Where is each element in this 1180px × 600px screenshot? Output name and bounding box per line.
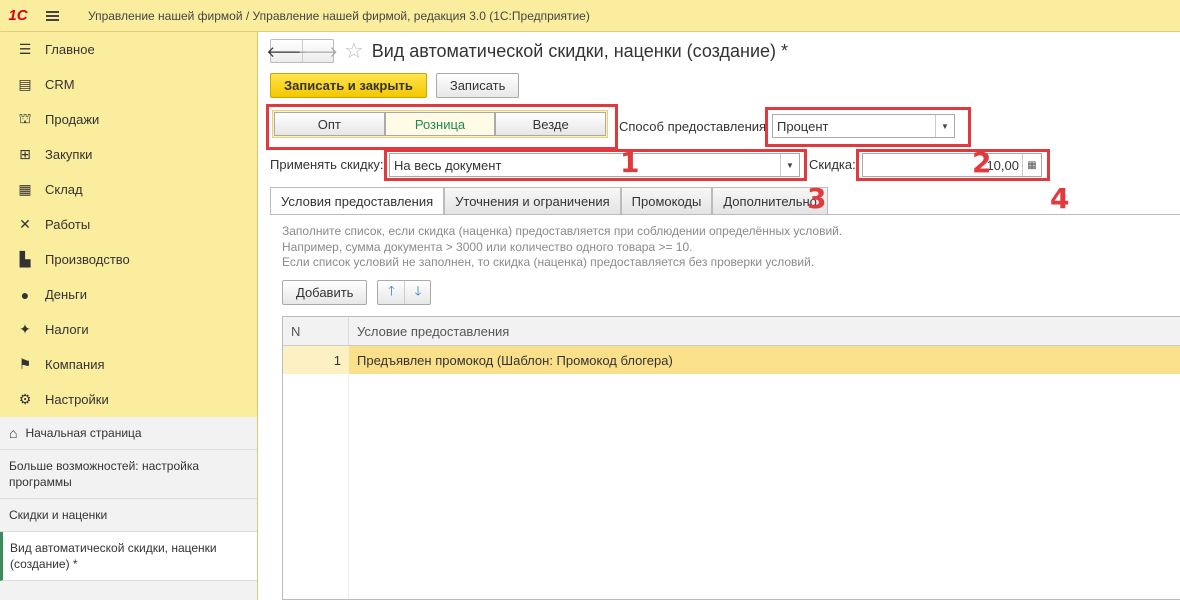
apply-discount-value: На весь документ <box>394 157 502 173</box>
annotation-number-4: 4 <box>1050 182 1070 215</box>
section-label: Продажи <box>45 112 100 127</box>
section-purchases[interactable]: ⊞ Закупки <box>0 137 257 172</box>
settings-gear-icon: ⚙ <box>18 391 32 407</box>
form-tabs: Условия предоставления Уточнения и огран… <box>270 187 828 215</box>
chevron-down-icon[interactable]: ▼ <box>780 154 799 176</box>
eagle-emblem-icon: ✦ <box>19 321 31 337</box>
forward-arrow-icon[interactable]: 🡒 <box>298 40 338 62</box>
discount-input[interactable]: 10,00 ▦ <box>862 153 1042 177</box>
segment-everywhere[interactable]: Везде <box>495 112 607 136</box>
add-button[interactable]: Добавить <box>282 280 368 305</box>
hint-line: Заполните список, если скидка (наценка) … <box>282 224 843 238</box>
open-window-discounts[interactable]: Скидки и наценки <box>0 499 257 532</box>
hint-line: Если список условий не заполнен, то скид… <box>282 255 815 269</box>
navigation-buttons: 🡐 🡒 <box>266 39 338 63</box>
conditions-table: N Условие предоставления 1 Предъявлен пр… <box>282 316 1180 600</box>
warehouse-grid-icon: ▦ <box>18 181 32 197</box>
sections-list: ☰ Главное ▤ CRM ⛫ Продажи ⊞ Закупки ▦ Склад ✕… <box>0 32 257 417</box>
apply-discount-label: Применять скидку: <box>270 157 384 172</box>
open-window-label: Начальная страница <box>25 426 142 440</box>
tab-refinements[interactable]: Уточнения и ограничения <box>444 187 621 214</box>
section-label: Главное <box>45 42 95 57</box>
form-area: 🡐 🡒 ☆ Вид автоматической скидки, наценки… <box>258 32 1180 600</box>
open-window-home[interactable]: ⌂ Начальная страница <box>0 417 257 450</box>
row-condition: Предъявлен промокод (Шаблон: Промокод бл… <box>357 352 673 368</box>
column-header-condition[interactable]: Условие предоставления <box>349 317 509 345</box>
factory-icon: ▙ <box>19 251 31 267</box>
column-header-n[interactable]: N <box>283 317 349 345</box>
section-money[interactable]: ● Деньги <box>0 277 257 312</box>
open-windows-list: ⌂ Начальная страница Больше возможностей:… <box>0 417 257 600</box>
method-value: Процент <box>777 118 829 134</box>
form-title: Вид автоматической скидки, наценки (созд… <box>371 40 789 61</box>
menu-list-icon: ☰ <box>18 41 32 57</box>
table-row[interactable]: 1 Предъявлен промокод (Шаблон: Промокод … <box>283 346 1180 374</box>
app-title: Управление нашей фирмой / Управление наш… <box>88 8 590 23</box>
move-buttons: 🡑 🡓 <box>377 280 432 305</box>
open-window-current[interactable]: Вид автоматической скидки, наценки (созд… <box>0 532 257 581</box>
shopping-basket-icon: ⛫ <box>18 110 32 126</box>
company-flag-icon: ⚑ <box>18 356 32 372</box>
save-button[interactable]: Записать <box>435 73 520 98</box>
section-label: Закупки <box>45 147 93 162</box>
section-label: Работы <box>45 217 91 232</box>
hamburger-menu-icon[interactable] <box>36 0 68 32</box>
home-icon: ⌂ <box>9 425 18 441</box>
annotation-number-3: 3 <box>807 182 827 215</box>
tab-promocodes[interactable]: Промокоды <box>620 187 713 214</box>
crm-card-icon: ▤ <box>18 76 32 92</box>
discount-label: Скидка: <box>809 157 856 172</box>
method-select[interactable]: Процент ▼ <box>772 114 955 138</box>
form-header: 🡐 🡒 ☆ Вид автоматической скидки, наценки… <box>266 39 789 63</box>
title-bar: 1С Управление нашей фирмой / Управление … <box>0 0 1180 32</box>
table-number-column <box>283 375 349 599</box>
tab-conditions[interactable]: Условия предоставления <box>270 187 445 215</box>
section-company[interactable]: ⚑ Компания <box>0 347 257 382</box>
section-main[interactable]: ☰ Главное <box>0 32 257 67</box>
move-up-icon[interactable]: 🡑 <box>378 281 404 304</box>
section-warehouse[interactable]: ▦ Склад <box>0 172 257 207</box>
section-taxes[interactable]: ✦ Налоги <box>0 312 257 347</box>
section-label: Производство <box>45 252 130 267</box>
annotation-number-2: 2 <box>972 146 992 179</box>
segment-opt[interactable]: Опт <box>274 112 385 136</box>
apply-discount-select[interactable]: На весь документ ▼ <box>389 153 800 177</box>
hint-line: Например, сумма документа > 3000 или кол… <box>282 239 693 254</box>
segment-switch: Опт Розница Везде <box>272 110 608 138</box>
section-label: Настройки <box>45 392 109 407</box>
segment-retail[interactable]: Розница <box>384 112 496 136</box>
section-label: Налоги <box>45 322 89 337</box>
save-and-close-button[interactable]: Записать и закрыть <box>270 73 427 98</box>
favorite-star-icon[interactable]: ☆ <box>344 40 364 62</box>
section-settings[interactable]: ⚙ Настройки <box>0 382 257 417</box>
section-label: Компания <box>45 357 105 372</box>
section-label: Склад <box>45 182 83 197</box>
section-label: CRM <box>45 77 75 92</box>
section-crm[interactable]: ▤ CRM <box>0 67 257 102</box>
1c-logo: 1С <box>8 7 28 24</box>
section-sales[interactable]: ⛫ Продажи <box>0 102 257 137</box>
table-header: N Условие предоставления <box>283 317 1180 346</box>
conditions-hint: Заполните список, если скидка (наценка) … <box>282 224 842 271</box>
annotation-number-1: 1 <box>620 146 640 179</box>
open-window-more[interactable]: Больше возможностей: настройка программы <box>0 450 257 499</box>
cart-icon: ⊞ <box>19 146 31 162</box>
section-production[interactable]: ▙ Производство <box>0 242 257 277</box>
section-works[interactable]: ✕ Работы <box>0 207 257 242</box>
tools-icon: ✕ <box>19 216 31 232</box>
section-label: Деньги <box>45 287 87 302</box>
sections-panel: ☰ Главное ▤ CRM ⛫ Продажи ⊞ Закупки ▦ Склад ✕… <box>0 32 258 600</box>
tabs-divider <box>270 214 1180 215</box>
row-number: 1 <box>283 346 349 374</box>
chevron-down-icon[interactable]: ▼ <box>935 115 954 137</box>
method-label: Способ предоставления <box>619 119 767 134</box>
table-toolbar: Добавить 🡑 🡓 <box>282 280 432 305</box>
move-down-icon[interactable]: 🡓 <box>404 281 430 304</box>
calculator-icon[interactable]: ▦ <box>1022 154 1041 176</box>
form-toolbar: Записать и закрыть Записать <box>270 73 520 98</box>
ruble-coin-icon: ● <box>20 286 30 303</box>
